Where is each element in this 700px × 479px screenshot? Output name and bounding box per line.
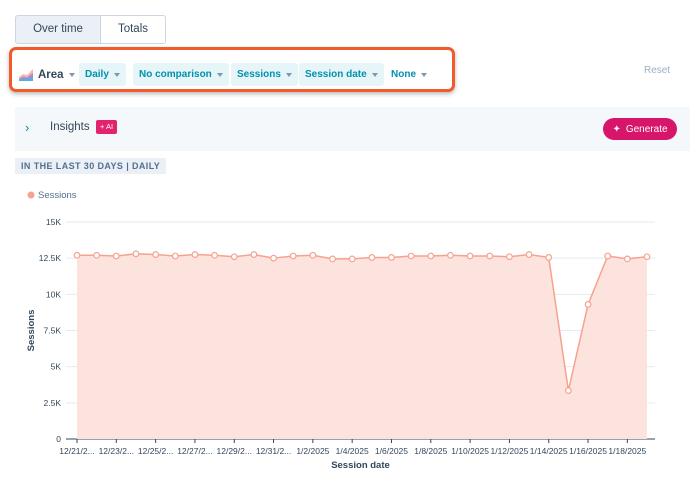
- comparison-dropdown[interactable]: No comparison: [133, 63, 229, 86]
- x-tick-label: 12/31/2...: [256, 446, 291, 456]
- data-point: [486, 252, 494, 260]
- x-tick-label: 1/6/2025: [375, 446, 408, 456]
- view-tabs: Over time Totals: [15, 15, 166, 44]
- legend-label: Sessions: [38, 190, 77, 201]
- breakdown-dropdown[interactable]: None: [385, 63, 433, 86]
- y-tick-label: 15K: [46, 217, 61, 227]
- data-point: [466, 252, 474, 260]
- measure-label: Sessions: [237, 69, 281, 80]
- data-point: [211, 251, 218, 259]
- chart-type-label: Area: [38, 68, 64, 81]
- y-tick-label: 0: [56, 434, 61, 444]
- data-point: [309, 251, 317, 259]
- sparkle-icon: ✦: [612, 123, 621, 135]
- data-point: [584, 301, 592, 308]
- data-point: [270, 254, 277, 262]
- area-chart-icon: [19, 68, 33, 81]
- reset-button[interactable]: Reset: [644, 65, 670, 76]
- chevron-right-icon[interactable]: ›: [25, 120, 29, 135]
- generate-button[interactable]: ✦ Generate: [603, 118, 677, 140]
- frequency-label: Daily: [85, 69, 109, 80]
- x-tick-label: 1/10/2025: [451, 446, 489, 456]
- x-tick-label: 1/4/2025: [336, 446, 369, 456]
- chevron-down-icon: [113, 72, 120, 77]
- breakdown-label: None: [391, 69, 416, 80]
- x-tick-label: 1/8/2025: [414, 446, 447, 456]
- x-tick-label: 12/25/2...: [138, 446, 173, 456]
- data-point: [407, 252, 415, 260]
- frequency-dropdown[interactable]: Daily: [79, 63, 126, 86]
- data-point: [132, 250, 140, 258]
- y-tick-label: 5K: [51, 362, 62, 372]
- x-tick-label: 12/23/2...: [99, 446, 134, 456]
- data-point: [388, 254, 395, 261]
- chevron-down-icon: [371, 72, 378, 77]
- tab-over-time[interactable]: Over time: [15, 15, 101, 44]
- data-point: [329, 255, 336, 263]
- comparison-label: No comparison: [139, 69, 212, 80]
- data-point: [112, 252, 120, 260]
- data-point: [564, 387, 572, 394]
- x-tick-label: 1/2/2025: [296, 446, 329, 456]
- x-axis-title: Session date: [331, 460, 390, 471]
- chevron-down-icon: [216, 72, 223, 77]
- chart-type-dropdown[interactable]: Area: [19, 63, 75, 86]
- data-point: [427, 252, 435, 260]
- insights-panel: › Insights + AI ✦ Generate: [15, 107, 690, 151]
- data-point: [604, 252, 612, 260]
- generate-label: Generate: [625, 123, 668, 135]
- chart-config-bar: Area Daily No comparison Sessions Sessio…: [9, 47, 455, 92]
- dimension-dropdown[interactable]: Session date: [299, 63, 384, 86]
- data-point: [643, 253, 651, 261]
- dimension-label: Session date: [305, 69, 367, 80]
- y-tick-label: 7.5K: [44, 326, 62, 336]
- y-axis-title: Sessions: [26, 310, 37, 352]
- y-tick-label: 2.5K: [44, 398, 62, 408]
- x-tick-label: 12/29/2...: [217, 446, 252, 456]
- data-point: [230, 253, 238, 261]
- legend-swatch: [27, 191, 35, 199]
- y-tick-label: 10K: [46, 289, 61, 299]
- x-tick-label: 1/12/2025: [490, 446, 528, 456]
- x-tick-label: 1/18/2025: [608, 446, 646, 456]
- chevron-down-icon: [68, 72, 75, 77]
- data-point: [506, 253, 513, 261]
- insights-label: Insights: [50, 121, 90, 133]
- tab-totals[interactable]: Totals: [101, 15, 166, 44]
- y-tick-label: 12.5K: [39, 253, 62, 263]
- sessions-area-chart: Sessions 0 2.5K 5K 7.5K 10K 12.5K 15K 12/21/2...…: [26, 190, 655, 471]
- data-point: [623, 255, 631, 263]
- data-point: [171, 252, 179, 260]
- measure-dropdown[interactable]: Sessions: [231, 63, 298, 86]
- data-point: [348, 255, 356, 263]
- x-tick-label: 12/21/2...: [59, 446, 94, 456]
- data-point: [447, 251, 454, 259]
- data-point: [93, 251, 101, 259]
- chevron-down-icon: [421, 72, 427, 77]
- data-point: [73, 251, 81, 259]
- ai-badge: + AI: [96, 120, 118, 134]
- date-range-tag: IN THE LAST 30 DAYS | DAILY: [15, 158, 167, 174]
- data-point: [368, 254, 376, 261]
- data-point: [545, 254, 553, 261]
- x-tick-label: 1/14/2025: [530, 446, 568, 456]
- x-tick-label: 1/16/2025: [569, 446, 607, 456]
- data-point: [289, 252, 297, 260]
- data-point: [250, 251, 258, 258]
- data-point: [152, 251, 160, 258]
- chevron-down-icon: [285, 72, 292, 77]
- data-point: [525, 251, 533, 258]
- x-tick-label: 12/27/2...: [177, 446, 212, 456]
- data-point: [191, 251, 199, 258]
